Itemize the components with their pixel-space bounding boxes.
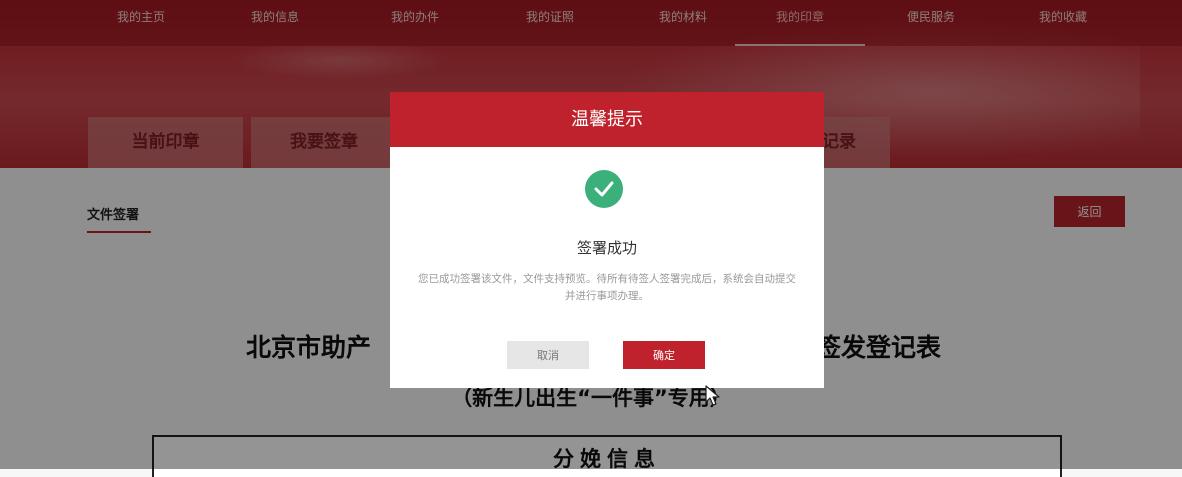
dialog-status: 签署成功 <box>576 239 637 257</box>
confirm-button[interactable]: 确定 <box>623 341 705 369</box>
check-circle-icon <box>585 170 623 208</box>
dialog-message: 您已成功签署该文件，文件支持预览。待所有待签人签署完成后，系统会自动提交并进行事… <box>418 273 796 302</box>
cancel-button[interactable]: 取消 <box>507 341 589 369</box>
success-dialog: 温馨提示 签署成功 您已成功签署该文件，文件支持预览。待所有待签人签署完成后，系… <box>390 92 824 388</box>
dialog-title: 温馨提示 <box>390 92 824 147</box>
mouse-cursor-icon <box>705 385 721 411</box>
